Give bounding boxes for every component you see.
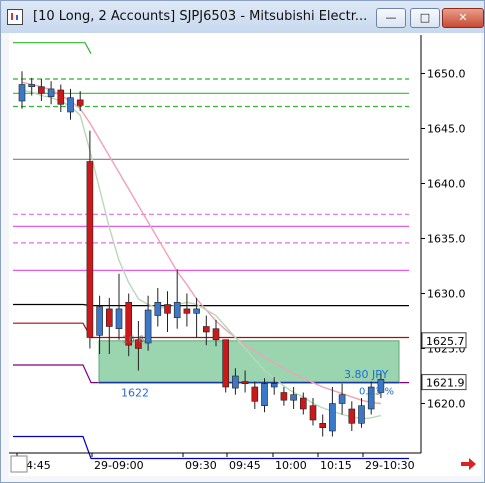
- candle-body-33[interactable]: [338, 394, 346, 404]
- close-button[interactable]: ✕: [442, 8, 484, 28]
- candle-body-15[interactable]: [164, 304, 171, 314]
- price-tick-label-2: 1640.0: [427, 178, 466, 191]
- window-title: [10 Long, 2 Accounts] SJPJ6503 - Mitsubi…: [33, 9, 368, 24]
- candle-body-22[interactable]: [232, 375, 239, 389]
- pnl-label: 3.80 JPY: [344, 368, 389, 381]
- candle-body-0[interactable]: [18, 84, 26, 102]
- candle-body-6[interactable]: [76, 99, 84, 106]
- time-tick-label-6: 29-10:30: [365, 459, 415, 472]
- candle-body-14[interactable]: [154, 301, 162, 316]
- candle-body-25[interactable]: [261, 383, 268, 407]
- last-price-flag-text: 1621.9: [426, 377, 465, 390]
- candle-body-16[interactable]: [173, 301, 181, 318]
- price-tick-label-0: 1650.0: [427, 68, 466, 81]
- candle-body-23[interactable]: [241, 381, 249, 385]
- candle-body-2[interactable]: [38, 86, 45, 94]
- maximize-button[interactable]: □: [410, 8, 440, 28]
- candle-body-20[interactable]: [212, 328, 220, 341]
- candle-body-19[interactable]: [203, 326, 210, 333]
- candle-body-17[interactable]: [183, 308, 191, 314]
- chart-area[interactable]: 1650.0 1645.0 1640.0 1635.0 1630.0 1625.0 1620…: [9, 33, 481, 476]
- candle-body-21[interactable]: [222, 339, 229, 388]
- candle-body-27[interactable]: [280, 392, 288, 401]
- time-tick-label-5: 10:15: [320, 459, 352, 472]
- candle-body-10[interactable]: [115, 308, 123, 329]
- candle-body-3[interactable]: [47, 88, 55, 97]
- stop-price-flag-text: 1625.7: [426, 335, 465, 348]
- price-tick-label-1: 1645.0: [427, 123, 466, 136]
- candle-body-24[interactable]: [251, 386, 259, 402]
- candle-body-35[interactable]: [358, 405, 365, 424]
- title-bar[interactable]: [10 Long, 2 Accounts] SJPJ6503 - Mitsubi…: [1, 1, 484, 33]
- corner-box: [10, 455, 28, 473]
- price-tick-label-3: 1635.0: [427, 233, 466, 246]
- chart-app-icon: [7, 9, 23, 25]
- candle-body-5[interactable]: [67, 97, 74, 113]
- candle-body-8[interactable]: [96, 306, 103, 336]
- price-tick-label-6: 1620.0: [427, 398, 466, 411]
- time-tick-label-4: 10:00: [275, 459, 307, 472]
- candle-body-32[interactable]: [329, 403, 336, 432]
- candle-body-1[interactable]: [28, 84, 36, 88]
- candle-body-31[interactable]: [319, 422, 327, 428]
- time-tick-label-1: 29-09:00: [94, 459, 144, 472]
- candle-body-30[interactable]: [309, 405, 317, 421]
- minimize-button[interactable]: —: [376, 8, 406, 28]
- pnl-percent-label: 0.23 %: [359, 386, 394, 397]
- candle-body-18[interactable]: [193, 308, 200, 314]
- candle-body-26[interactable]: [270, 383, 278, 388]
- candle-body-9[interactable]: [106, 308, 113, 327]
- price-tick-label-4: 1630.0: [427, 288, 466, 301]
- candle-body-29[interactable]: [299, 397, 307, 410]
- candle-body-4[interactable]: [57, 89, 65, 105]
- entry-partial-label: 16.6: [122, 335, 144, 346]
- time-tick-label-3: 09:45: [229, 459, 261, 472]
- candle-body-7[interactable]: [86, 161, 94, 338]
- candle-body-28[interactable]: [290, 394, 297, 401]
- entry-price-label: 1622: [121, 387, 149, 400]
- time-tick-label-2: 09:30: [185, 459, 217, 472]
- chart-window: [10 Long, 2 Accounts] SJPJ6503 - Mitsubi…: [0, 0, 485, 483]
- candle-body-34[interactable]: [348, 408, 356, 424]
- price-chart[interactable]: 1650.01645.01640.01635.01630.01625.01620…: [9, 33, 481, 476]
- candle-body-13[interactable]: [144, 309, 152, 344]
